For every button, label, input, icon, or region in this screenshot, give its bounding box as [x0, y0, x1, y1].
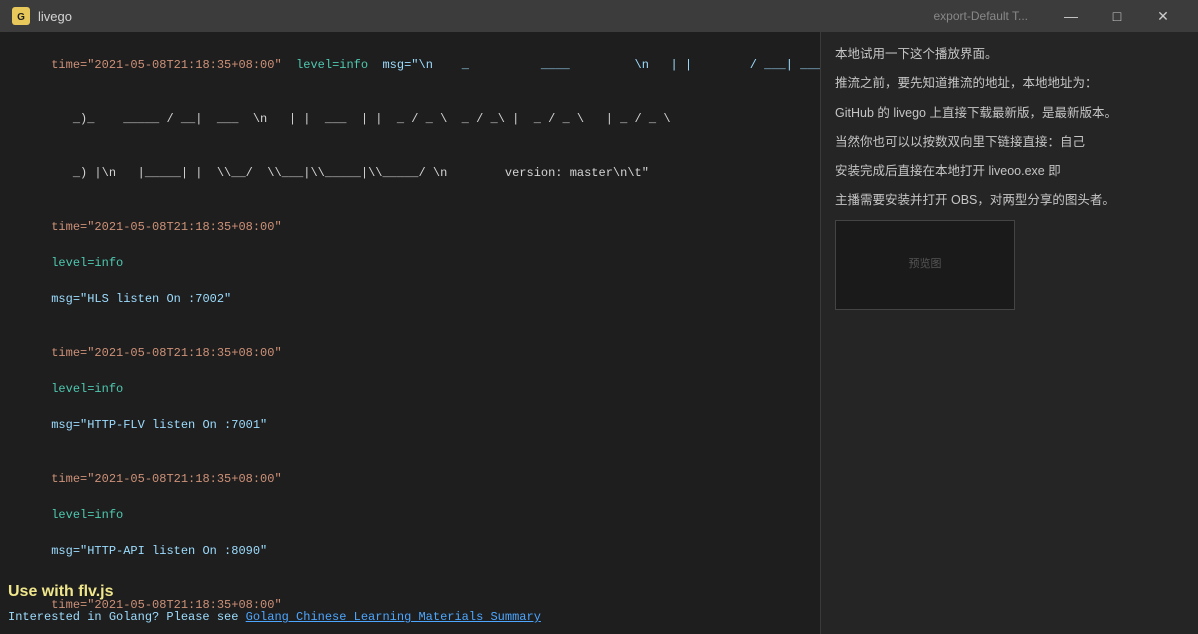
right-panel: 本地试用一下这个播放界面。 推流之前，要先知道推流的地址，本地地址为： GitH…	[820, 32, 1198, 634]
terminal-line: time="2021-05-08T21:18:35+08:00" level=i…	[8, 38, 812, 92]
terminal-line-hls: time="2021-05-08T21:18:35+08:00" level=i…	[8, 200, 812, 326]
close-button[interactable]: ✕	[1140, 0, 1186, 32]
main-content: time="2021-05-08T21:18:35+08:00" level=i…	[0, 32, 1198, 634]
minimize-button[interactable]: —	[1048, 0, 1094, 32]
preview-thumbnail: 预览图	[835, 220, 1015, 310]
right-para-6: 主播需要安装并打开 OBS，对两型分享的图头者。	[835, 190, 1184, 211]
terminal-line-flv: time="2021-05-08T21:18:35+08:00" level=i…	[8, 326, 812, 452]
terminal-pane[interactable]: time="2021-05-08T21:18:35+08:00" level=i…	[0, 32, 820, 634]
terminal-line: _) |\n |_____| | \\__/ \\___|\\_____|\\_…	[8, 146, 812, 200]
titlebar-extra: export-Default T...	[934, 9, 1029, 23]
right-para-2: 推流之前，要先知道推流的地址，本地地址为：	[835, 73, 1184, 94]
terminal-line-api: time="2021-05-08T21:18:35+08:00" level=i…	[8, 452, 812, 578]
app-title: livego	[38, 9, 934, 24]
svg-text:G: G	[17, 12, 25, 23]
maximize-button[interactable]: □	[1094, 0, 1140, 32]
terminal-bottom: Use with flv.js Interested in Golang? Pl…	[0, 572, 820, 634]
flvjs-heading: Use with flv.js	[8, 580, 812, 604]
right-para-1: 本地试用一下这个播放界面。	[835, 44, 1184, 65]
terminal-line: _)_ _____ / __| ___ \n | | ___ | | _ / _…	[8, 92, 812, 146]
thumbnail-placeholder: 预览图	[909, 255, 942, 274]
right-para-5: 安装完成后直接在本地打开 liveoo.exe 即	[835, 161, 1184, 182]
window-controls: — □ ✕	[1048, 0, 1186, 32]
golang-link-line: Interested in Golang? Please see Golang …	[8, 608, 812, 626]
right-para-3: GitHub 的 livego 上直接下载最新版，是最新版本。	[835, 103, 1184, 124]
golang-link[interactable]: Golang Chinese Learning Materials Summar…	[246, 610, 541, 624]
livego-icon: G	[12, 7, 30, 25]
titlebar: G livego export-Default T... — □ ✕	[0, 0, 1198, 32]
right-para-4: 当然你也可以以按数双向里下链接直接：自己	[835, 132, 1184, 153]
